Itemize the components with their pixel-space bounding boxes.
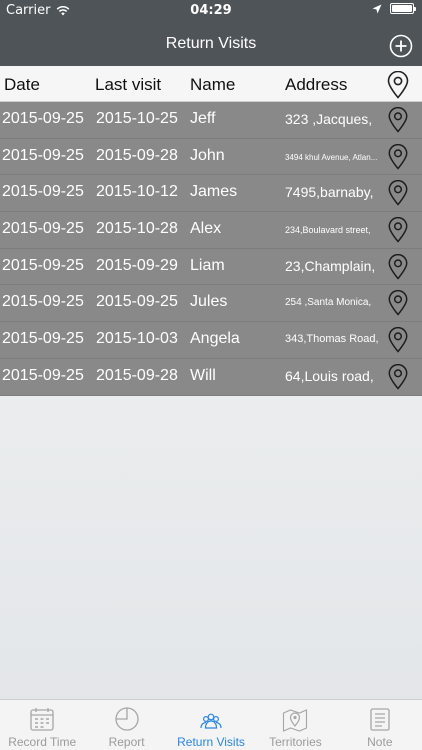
map-pin-icon[interactable] [387, 253, 409, 280]
note-icon [370, 708, 390, 731]
last-visit-cell: 2015-10-12 [96, 183, 178, 201]
name-cell: Will [190, 366, 216, 384]
map-pin-icon[interactable] [387, 107, 409, 133]
status-bar: Carrier 04:29 [0, 0, 422, 22]
last-visit-cell: 2015-09-25 [96, 293, 178, 311]
address-cell: 64,Louis road, [285, 367, 374, 384]
date-cell: 2015-09-25 [2, 366, 84, 384]
last-visit-cell: 2015-09-29 [96, 256, 178, 274]
table-row[interactable]: 2015-09-25 2015-10-25 Jeff 323 ,Jacques, [0, 102, 422, 139]
table-row[interactable]: 2015-09-25 2015-10-28 Alex 234,Boulavard… [0, 212, 422, 249]
last-visit-cell: 2015-10-28 [96, 220, 178, 238]
table-header: Date Last visit Name Address [0, 66, 422, 102]
pie-chart-icon [114, 707, 139, 731]
location-arrow-icon [372, 4, 382, 13]
address-cell: 23,Champlain, [285, 257, 376, 274]
name-cell: Jeff [190, 110, 216, 127]
column-header-address: Address [285, 75, 348, 94]
date-cell: 2015-09-25 [2, 293, 84, 311]
map-pin-icon[interactable] [387, 217, 409, 243]
battery-icon [390, 3, 416, 14]
navigation-bar: Return Visits [0, 22, 422, 66]
last-visit-cell: 2015-10-03 [96, 330, 178, 348]
table-row[interactable]: 2015-09-25 2015-09-25 Jules 254 ,Santa M… [0, 285, 422, 323]
return-visits-table: 2015-09-25 2015-10-25 Jeff 323 ,Jacques,… [0, 102, 422, 396]
map-pin-icon[interactable] [387, 143, 409, 170]
last-visit-cell: 2015-09-28 [96, 146, 178, 164]
tab-record-time[interactable]: Record Time [0, 700, 84, 750]
table-row[interactable]: 2015-09-25 2015-09-28 John 3494 khul Ave… [0, 138, 422, 176]
name-cell: Jules [190, 293, 228, 311]
map-pin-icon[interactable] [387, 363, 409, 390]
map-pin-icon[interactable] [387, 180, 409, 206]
tab-territories[interactable]: Territories [253, 700, 337, 750]
tab-label: Report [108, 735, 145, 749]
column-header-last-visit: Last visit [95, 75, 162, 94]
map-pin-icon[interactable] [387, 327, 409, 353]
address-cell: 323 ,Jacques, [285, 111, 373, 127]
tab-label: Territories [269, 735, 322, 749]
tab-label: Record Time [8, 735, 77, 749]
address-cell: 234,Boulavard street, [285, 225, 371, 236]
address-cell: 7495,barnaby, [285, 184, 374, 201]
tab-return-visits[interactable]: Return Visits [169, 700, 253, 750]
column-header-name: Name [190, 75, 236, 94]
name-cell: Liam [190, 256, 225, 274]
name-cell: John [190, 146, 225, 164]
page-title: Return Visits [165, 35, 257, 52]
name-cell: Alex [190, 220, 222, 238]
add-button[interactable] [389, 34, 413, 58]
tab-label: Return Visits [177, 735, 245, 749]
table-row[interactable]: 2015-09-25 2015-09-28 Will 64,Louis road… [0, 358, 422, 396]
tab-note[interactable]: Note [338, 700, 422, 750]
clock: 04:29 [190, 3, 232, 18]
address-cell: 3494 khul Avenue, Atlan... [285, 152, 378, 162]
date-cell: 2015-09-25 [2, 110, 84, 127]
table-row[interactable]: 2015-09-25 2015-09-29 Liam 23,Champlain, [0, 248, 422, 286]
column-header-date: Date [4, 75, 40, 94]
address-cell: 254 ,Santa Monica, [285, 297, 372, 309]
date-cell: 2015-09-25 [2, 146, 84, 164]
date-cell: 2015-09-25 [2, 256, 84, 274]
name-cell: James [190, 183, 238, 201]
people-icon [200, 713, 222, 729]
tab-report[interactable]: Report [84, 700, 168, 750]
date-cell: 2015-09-25 [2, 220, 84, 238]
date-cell: 2015-09-25 [2, 330, 84, 348]
address-cell: 343,Thomas Road, [285, 333, 379, 346]
map-pin-icon [387, 71, 409, 99]
table-row[interactable]: 2015-09-25 2015-10-03 Angela 343,Thomas … [0, 322, 422, 359]
date-cell: 2015-09-25 [2, 183, 84, 201]
last-visit-cell: 2015-09-28 [96, 366, 178, 384]
calendar-icon [30, 708, 54, 731]
last-visit-cell: 2015-10-25 [96, 110, 178, 127]
tab-label: Note [367, 735, 393, 749]
map-pin-icon [283, 709, 308, 732]
name-cell: Angela [190, 330, 240, 348]
tab-bar: Record Time Report Return Visits Territo… [0, 699, 422, 750]
table-row[interactable]: 2015-09-25 2015-10-12 James 7495,barnaby… [0, 175, 422, 213]
map-pin-icon[interactable] [387, 290, 409, 317]
